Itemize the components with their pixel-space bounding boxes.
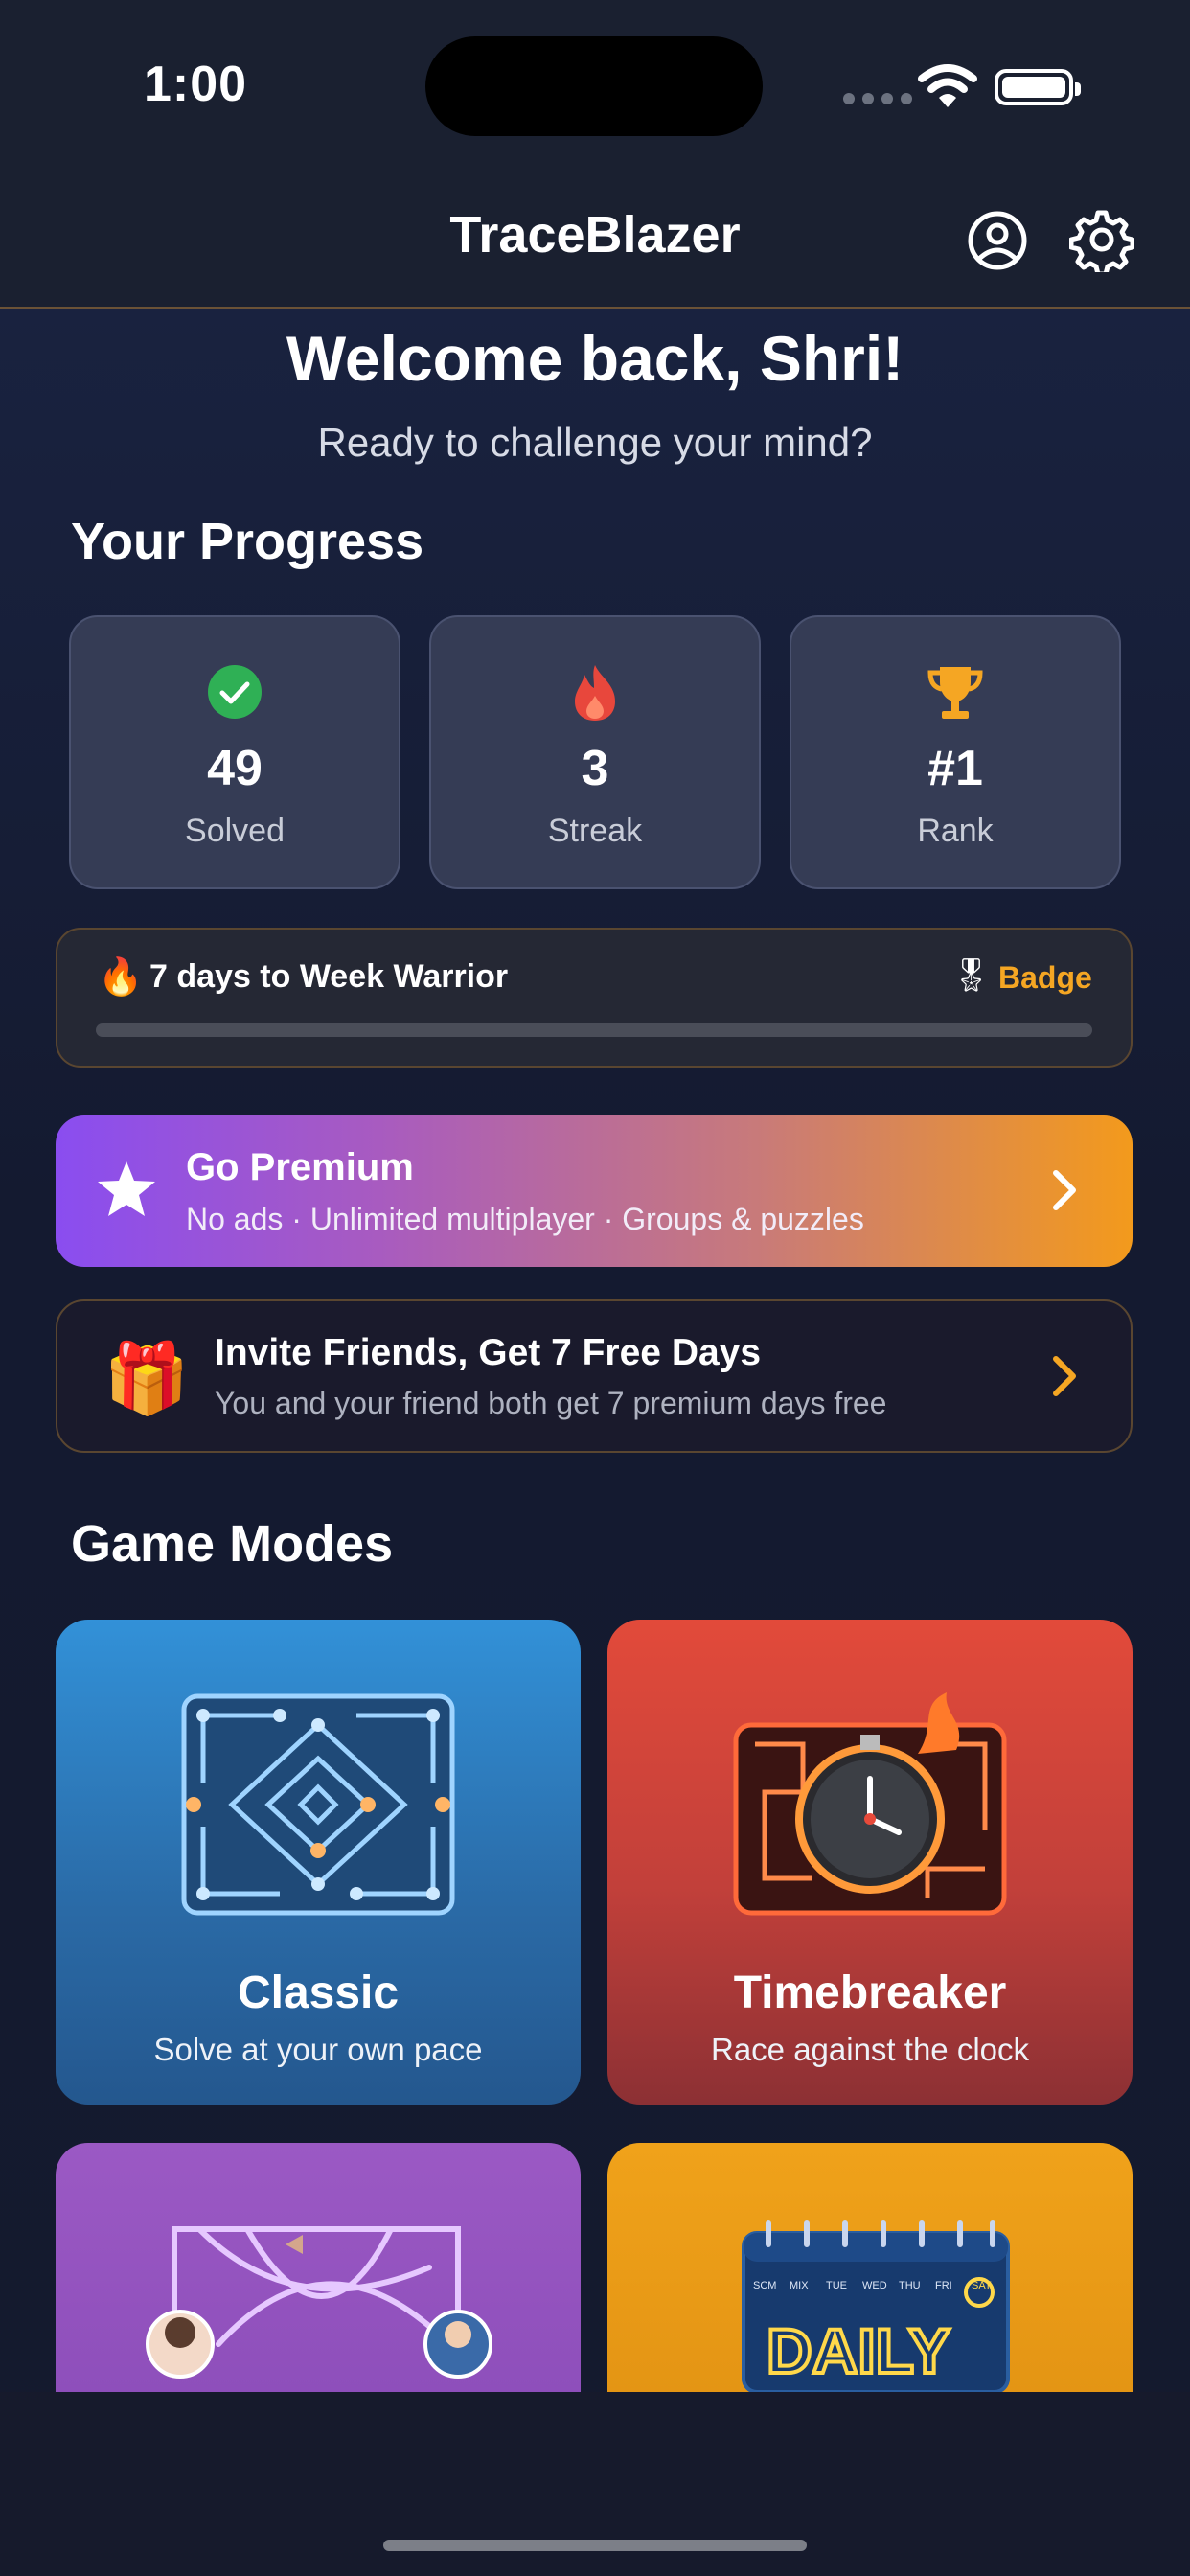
week-warrior-progress-track <box>96 1024 1092 1037</box>
stat-label: Solved <box>185 813 285 849</box>
stopwatch-maze-icon <box>717 1687 1023 1931</box>
settings-button[interactable] <box>1068 207 1135 277</box>
calendar-day-label: MIX <box>790 2280 809 2291</box>
check-circle-icon <box>71 663 399 723</box>
daily-calendar-icon: SCM MIX TUE WED THU FRI SAT DAILY <box>742 2220 1010 2392</box>
premium-subtitle: No ads · Unlimited multiplayer · Groups … <box>186 1202 864 1236</box>
mode-name: Timebreaker <box>733 1967 1007 2018</box>
stat-value: #1 <box>927 741 983 796</box>
wifi-icon <box>918 63 977 114</box>
cellular-signal-icon <box>843 92 929 104</box>
stat-value: 3 <box>581 741 609 796</box>
trophy-icon <box>791 663 1119 723</box>
go-premium-button[interactable] <box>56 1116 1133 1267</box>
home-indicator[interactable] <box>383 2540 807 2551</box>
multiplayer-maze-icon <box>142 2210 496 2392</box>
progress-section-title: Your Progress <box>71 513 424 570</box>
chevron-right-icon <box>1044 1169 1083 1216</box>
mode-card-timebreaker[interactable]: Timebreaker Race against the clock <box>607 1620 1133 2104</box>
gift-icon: 🎁 <box>103 1341 190 1417</box>
mode-name: Classic <box>237 1967 400 2018</box>
badge-label: Badge <box>998 960 1092 995</box>
stat-card-streak[interactable]: 3 Streak <box>429 615 761 889</box>
fire-icon: 🔥 <box>98 957 144 998</box>
week-warrior-card[interactable] <box>56 928 1133 1068</box>
game-modes-title: Game Modes <box>71 1515 394 1573</box>
invite-friends-button[interactable] <box>56 1300 1133 1453</box>
stat-value: 49 <box>207 741 263 796</box>
dynamic-island <box>425 36 763 136</box>
person-circle-icon <box>968 211 1027 270</box>
mode-description: Race against the clock <box>710 2032 1029 2067</box>
stat-label: Streak <box>547 813 643 849</box>
premium-title: Go Premium <box>186 1146 414 1188</box>
stat-label: Rank <box>917 813 994 849</box>
welcome-subtitle: Ready to challenge your mind? <box>317 420 873 465</box>
calendar-day-label: WED <box>862 2280 887 2291</box>
mode-card-daily[interactable]: SCM MIX TUE WED THU FRI SAT DAILY <box>607 2143 1133 2392</box>
mode-card-classic[interactable]: Classic Solve at your own pace <box>56 1620 581 2104</box>
profile-button[interactable] <box>966 209 1029 272</box>
welcome-title: Welcome back, Shri! <box>286 323 904 394</box>
flame-icon <box>431 663 759 723</box>
stat-card-rank[interactable]: #1 Rank <box>790 615 1121 889</box>
mode-card-multiplayer[interactable] <box>56 2143 581 2392</box>
daily-word: DAILY <box>767 2315 950 2386</box>
battery-icon <box>995 69 1081 105</box>
invite-subtitle: You and your friend both get 7 premium d… <box>215 1386 887 1420</box>
invite-title: Invite Friends, Get 7 Free Days <box>215 1332 762 1373</box>
calendar-day-label: TUE <box>826 2280 847 2291</box>
star-icon <box>96 1160 157 1224</box>
chevron-right-icon <box>1044 1355 1083 1402</box>
calendar-day-label: FRI <box>935 2280 952 2291</box>
calendar-day-label: THU <box>899 2280 921 2291</box>
week-warrior-text: 7 days to Week Warrior <box>149 958 509 995</box>
mode-description: Solve at your own pace <box>153 2032 483 2067</box>
medal-icon: 🎖 <box>950 957 993 994</box>
calendar-day-label: SCM <box>753 2280 776 2291</box>
maze-grid-icon <box>165 1687 471 1931</box>
status-time: 1:00 <box>144 57 248 112</box>
stat-card-solved[interactable]: 49 Solved <box>69 615 400 889</box>
gear-icon <box>1068 210 1135 277</box>
